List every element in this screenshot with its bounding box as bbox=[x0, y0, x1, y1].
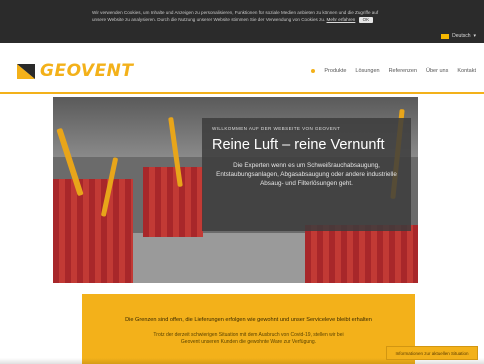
hero-photo-curtain-center bbox=[143, 167, 203, 237]
current-situation-tab[interactable]: Informationen zur aktuellen Situation bbox=[386, 346, 478, 360]
nav-item-referenzen[interactable]: Referenzen bbox=[389, 68, 417, 74]
hero-description: Die Experten wenn es um Schweißrauchabsa… bbox=[216, 162, 397, 187]
hero-title: Reine Luft – reine Vernunft bbox=[212, 137, 385, 153]
site-header: GEOVENT Produkte Lösungen Referenzen Übe… bbox=[0, 43, 484, 94]
main-nav: Produkte Lösungen Referenzen Über uns Ko… bbox=[311, 68, 476, 74]
flag-icon bbox=[441, 33, 450, 39]
nav-item-loesungen[interactable]: Lösungen bbox=[355, 68, 379, 74]
nav-item-kontakt[interactable]: Kontakt bbox=[457, 68, 476, 74]
cookie-more-link[interactable]: Mehr erfahren bbox=[327, 17, 356, 22]
language-label: Deutsch bbox=[452, 33, 471, 39]
geovent-logo[interactable]: GEOVENT bbox=[17, 61, 134, 81]
cookie-notice-text: Wir verwenden Cookies, um Inhalte und An… bbox=[92, 10, 382, 23]
banner-title: Die Grenzen sind offen, die Lieferungen … bbox=[125, 317, 372, 323]
banner-text: Trotz der derzeit schwierigen Situation … bbox=[153, 332, 344, 345]
hero-photo-curtain-right bbox=[305, 225, 418, 283]
cookie-ok-button[interactable]: OK bbox=[358, 16, 374, 23]
chevron-down-icon: ▾ bbox=[473, 33, 476, 39]
logo-mark-icon bbox=[17, 63, 35, 79]
hero-section: WILLKOMMEN AUF DER WEBSEITE VON GEOVENT … bbox=[53, 97, 418, 283]
nav-item-ueber-uns[interactable]: Über uns bbox=[426, 68, 448, 74]
cookie-bar: Wir verwenden Cookies, um Inhalte und An… bbox=[0, 0, 484, 43]
language-selector[interactable]: Deutsch ▾ bbox=[441, 33, 476, 39]
hero-kicker: WILLKOMMEN AUF DER WEBSEITE VON GEOVENT bbox=[212, 126, 341, 131]
logo-text: GEOVENT bbox=[40, 61, 134, 81]
nav-indicator-icon bbox=[311, 69, 316, 73]
nav-item-produkte[interactable]: Produkte bbox=[324, 68, 346, 74]
hero-photo-curtain-left bbox=[53, 179, 133, 283]
covid-info-banner: Die Grenzen sind offen, die Lieferungen … bbox=[82, 294, 415, 364]
hero-textbox: WILLKOMMEN AUF DER WEBSEITE VON GEOVENT … bbox=[202, 118, 411, 231]
